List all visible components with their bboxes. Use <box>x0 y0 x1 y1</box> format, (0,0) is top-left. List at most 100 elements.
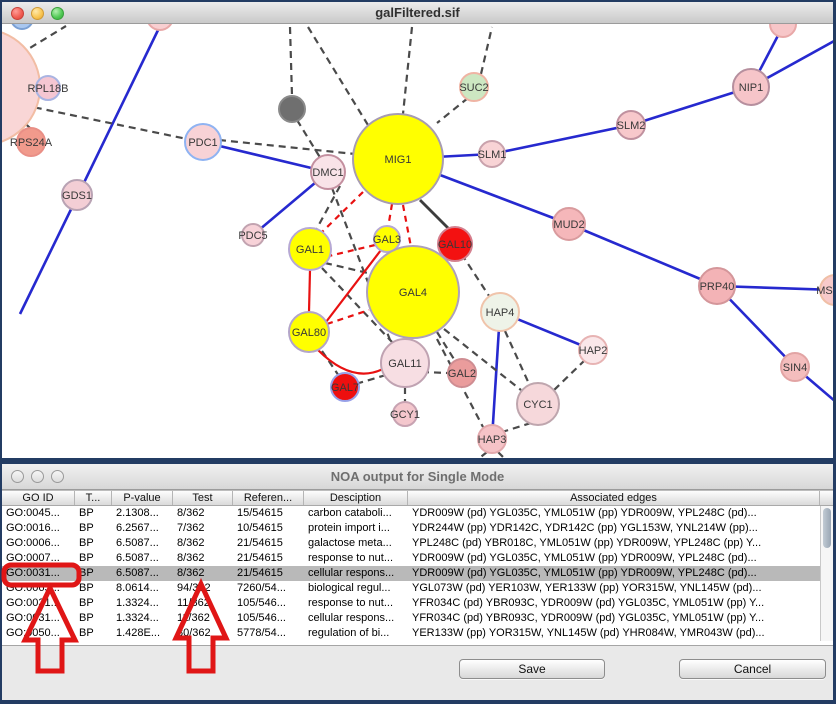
network-edge[interactable] <box>552 360 585 392</box>
window-title: NOA output for Single Mode <box>2 469 833 484</box>
node-label-SUC2: SUC2 <box>459 82 488 94</box>
network-edge[interactable] <box>481 27 492 74</box>
table-cell: response to nut... <box>304 596 408 611</box>
table-cell: BP <box>75 596 112 611</box>
table-cell: 8/362 <box>173 551 233 566</box>
network-edge[interactable] <box>420 200 450 230</box>
network-edge[interactable] <box>290 27 292 96</box>
table-cell: YDR244W (pp) YDR142C, YDR142C (pp) YGL15… <box>408 521 820 536</box>
node-label-GAL2: GAL2 <box>448 368 476 380</box>
table-cell: galactose meta... <box>304 536 408 551</box>
table-row-selected[interactable]: GO:0031...BP6.5087...8/36221/54615cellul… <box>2 566 833 581</box>
node-label-GDS1: GDS1 <box>62 190 92 202</box>
column-header-associated-edges[interactable]: Associated edges <box>408 491 820 505</box>
table-cell: 11/362 <box>173 596 233 611</box>
table-cell: 1.428E... <box>112 626 173 641</box>
table-cell: YDR009W (pd) YGL035C, YML051W (pp) YDR00… <box>408 506 820 521</box>
table-cell: 2.1308... <box>112 506 173 521</box>
column-header-referen-[interactable]: Referen... <box>233 491 304 505</box>
table-cell: 21/54615 <box>233 551 304 566</box>
network-window-titlebar[interactable]: galFiltered.sif <box>2 2 833 24</box>
save-button[interactable]: Save <box>459 659 605 679</box>
table-cell: 7/362 <box>173 521 233 536</box>
network-edge[interactable] <box>502 423 531 432</box>
vertical-scrollbar[interactable] <box>820 506 833 641</box>
network-edge[interactable] <box>322 192 363 232</box>
node-label-SLM1: SLM1 <box>478 149 507 161</box>
node-label-RPL18B: RPL18B <box>28 83 69 95</box>
network-edge[interactable] <box>329 245 375 256</box>
node-label-CYC1: CYC1 <box>523 399 552 411</box>
node-label-MUD2: MUD2 <box>553 219 584 231</box>
network-edge[interactable] <box>318 350 383 374</box>
node-label-GAL4: GAL4 <box>399 287 427 299</box>
table-cell: BP <box>75 551 112 566</box>
table-cell: 5778/54... <box>233 626 304 641</box>
column-header-t-[interactable]: T... <box>75 491 112 505</box>
cancel-button[interactable]: Cancel <box>679 659 826 679</box>
node-unlabeled[interactable] <box>11 24 33 29</box>
column-header-desciption[interactable]: Desciption <box>304 491 408 505</box>
network-edge[interactable] <box>359 375 386 383</box>
network-edge[interactable] <box>20 195 78 314</box>
table-row[interactable]: GO:0045...BP2.1308...8/36215/54615carbon… <box>2 506 833 521</box>
window-title: galFiltered.sif <box>2 5 833 20</box>
network-edge[interactable] <box>388 204 392 228</box>
table-cell: 105/546... <box>233 611 304 626</box>
node-label-PRP40: PRP40 <box>700 281 735 293</box>
table-cell: YPL248C (pd) YBR018C, YML051W (pp) YDR00… <box>408 536 820 551</box>
node-label-GAL11: GAL11 <box>388 358 421 370</box>
network-edge[interactable] <box>316 186 340 230</box>
node-unlabeled[interactable] <box>279 96 305 122</box>
table-cell: YFR034C (pd) YBR093C, YDR009W (pd) YGL03… <box>408 611 820 626</box>
network-svg[interactable]: RPL18BRPS24AGDS1PDC1DMC1MIG1SUC2SLM1SLM2… <box>2 24 833 458</box>
noa-window-titlebar[interactable]: NOA output for Single Mode <box>2 464 833 490</box>
network-edge[interactable] <box>437 98 468 123</box>
node-label-DMC1: DMC1 <box>312 167 343 179</box>
network-edge[interactable] <box>569 224 717 286</box>
table-cell: GO:0031... <box>2 566 75 581</box>
column-header-p-value[interactable]: P-value <box>112 491 173 505</box>
table-row[interactable]: GO:0016...BP6.2567...7/36210/54615protei… <box>2 521 833 536</box>
table-cell: 8/362 <box>173 506 233 521</box>
network-edge[interactable] <box>78 26 160 195</box>
table-row[interactable]: GO:0006...BP6.5087...8/36221/54615galact… <box>2 536 833 551</box>
network-edge[interactable] <box>297 120 321 159</box>
network-edge[interactable] <box>505 331 530 386</box>
table-cell: 21/54615 <box>233 566 304 581</box>
network-edge[interactable] <box>309 270 310 312</box>
network-edge[interactable] <box>403 27 412 114</box>
network-edge[interactable] <box>403 205 411 247</box>
table-row[interactable]: GO:0065...BP8.0614...94/3627260/54...bio… <box>2 581 833 596</box>
node-label-MSI: MSI <box>816 285 833 297</box>
table-cell: YGL073W (pd) YER103W, YER133W (pp) YOR31… <box>408 581 820 596</box>
node-unlabeled[interactable] <box>147 24 173 30</box>
table-cell: BP <box>75 521 112 536</box>
node-label-HAP4: HAP4 <box>486 307 515 319</box>
table-cell: 1.3324... <box>112 596 173 611</box>
scrollbar-thumb[interactable] <box>823 508 831 548</box>
network-edge[interactable] <box>203 142 328 172</box>
node-unlabeled[interactable] <box>770 24 796 37</box>
column-header-go-id[interactable]: GO ID <box>2 491 75 505</box>
node-label-SLM2: SLM2 <box>617 120 646 132</box>
table-cell: 8/362 <box>173 536 233 551</box>
table-cell: BP <box>75 611 112 626</box>
table-row[interactable]: GO:0050...BP1.428E...80/3625778/54...reg… <box>2 626 833 641</box>
column-header-test[interactable]: Test <box>173 491 233 505</box>
table-cell: 7260/54... <box>233 581 304 596</box>
network-edge[interactable] <box>23 105 187 139</box>
table-cell: biological regul... <box>304 581 408 596</box>
table-row[interactable]: GO:0007...BP6.5087...8/36221/54615respon… <box>2 551 833 566</box>
table-cell: BP <box>75 626 112 641</box>
table-cell: GO:0065... <box>2 581 75 596</box>
table-header: GO IDT...P-valueTestReferen...Desciption… <box>2 490 833 506</box>
table-row[interactable]: GO:0031...BP1.3324...11/362105/546...cel… <box>2 611 833 626</box>
network-edge[interactable] <box>492 125 631 154</box>
network-edge[interactable] <box>308 27 371 130</box>
table-cell: 21/54615 <box>233 536 304 551</box>
table-cell: 94/362 <box>173 581 233 596</box>
table-row[interactable]: GO:0031...BP1.3324...11/362105/546...res… <box>2 596 833 611</box>
table-cell: 105/546... <box>233 596 304 611</box>
table-cell: 10/54615 <box>233 521 304 536</box>
